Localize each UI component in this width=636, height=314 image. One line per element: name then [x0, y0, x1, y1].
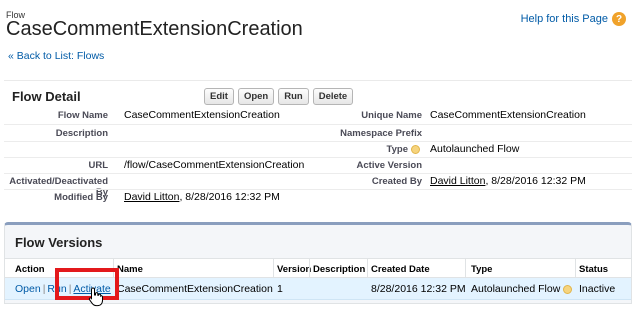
modified-by-user-link[interactable]: David Litton: [124, 191, 179, 203]
description-label: Description: [55, 128, 108, 139]
type-label: Type: [386, 144, 408, 155]
hand-cursor-icon: [88, 287, 103, 307]
column-header-created-date: Created Date: [371, 264, 430, 275]
open-version-link[interactable]: Open: [15, 283, 41, 295]
column-header-version: Version: [277, 264, 312, 275]
edit-button[interactable]: Edit: [204, 88, 234, 105]
created-by-value: David Litton, 8/28/2016 12:32 PM: [430, 175, 586, 187]
delete-button[interactable]: Delete: [312, 88, 354, 105]
version-type: Autolaunched Flow: [471, 283, 573, 295]
version-number: 1: [277, 283, 283, 295]
row-divider: [4, 157, 632, 158]
column-divider: [367, 259, 368, 279]
column-header-action: Action: [15, 264, 45, 275]
highlight-box: [55, 268, 119, 300]
column-header-type: Type: [471, 264, 493, 275]
link-separator: |: [42, 283, 46, 295]
modified-by-label: Modified By: [54, 192, 108, 203]
row-divider: [4, 173, 632, 174]
namespace-prefix-label: Namespace Prefix: [340, 128, 422, 139]
created-by-label: Created By: [371, 176, 422, 187]
modified-by-value: David Litton, 8/28/2016 12:32 PM: [124, 191, 280, 203]
back-to-list-link[interactable]: « Back to List: Flows: [8, 50, 104, 62]
row-divider: [4, 141, 632, 142]
version-name: CaseCommentExtensionCreation: [117, 283, 273, 295]
created-date: , 8/28/2016 12:32 PM: [485, 175, 586, 187]
column-divider: [273, 259, 274, 279]
active-version-label: Active Version: [356, 160, 422, 171]
flow-detail-panel: Flow Detail Edit Open Run Delete Flow Na…: [4, 80, 632, 208]
help-link[interactable]: Help for this Page ?: [521, 12, 626, 26]
modified-date: , 8/28/2016 12:32 PM: [179, 191, 280, 203]
version-created-date: 8/28/2016 12:32 PM: [371, 283, 466, 295]
info-icon[interactable]: [563, 284, 573, 294]
created-by-user-link[interactable]: David Litton: [430, 175, 485, 187]
url-value: /flow/CaseCommentExtensionCreation: [124, 159, 305, 171]
row-divider: [4, 124, 632, 125]
run-button[interactable]: Run: [278, 88, 309, 105]
breadcrumb: « Back to List: Flows: [8, 50, 104, 62]
info-icon[interactable]: [411, 145, 420, 154]
column-divider: [465, 259, 466, 279]
column-header-status: Status: [579, 264, 609, 275]
column-divider: [575, 259, 576, 279]
page-title: CaseCommentExtensionCreation: [6, 18, 303, 40]
version-type-label: Autolaunched Flow: [471, 283, 561, 295]
row-divider: [4, 189, 632, 190]
version-status: Inactive: [579, 283, 616, 295]
flow-versions-title: Flow Versions: [15, 235, 103, 250]
flow-detail-title: Flow Detail: [12, 89, 81, 104]
url-label: URL: [88, 160, 108, 171]
column-header-description: Description: [313, 264, 366, 275]
column-divider: [309, 259, 310, 279]
detail-button-row: Edit Open Run Delete: [204, 88, 354, 105]
flow-name-value: CaseCommentExtensionCreation: [124, 109, 280, 121]
unique-name-label: Unique Name: [361, 110, 422, 121]
flow-name-label: Flow Name: [57, 110, 108, 121]
unique-name-value: CaseCommentExtensionCreation: [430, 109, 586, 121]
type-value: Autolaunched Flow: [430, 143, 520, 155]
help-link-label[interactable]: Help for this Page: [521, 13, 608, 25]
open-button[interactable]: Open: [237, 88, 275, 105]
column-header-name: Name: [117, 264, 143, 275]
help-icon[interactable]: ?: [612, 12, 626, 26]
